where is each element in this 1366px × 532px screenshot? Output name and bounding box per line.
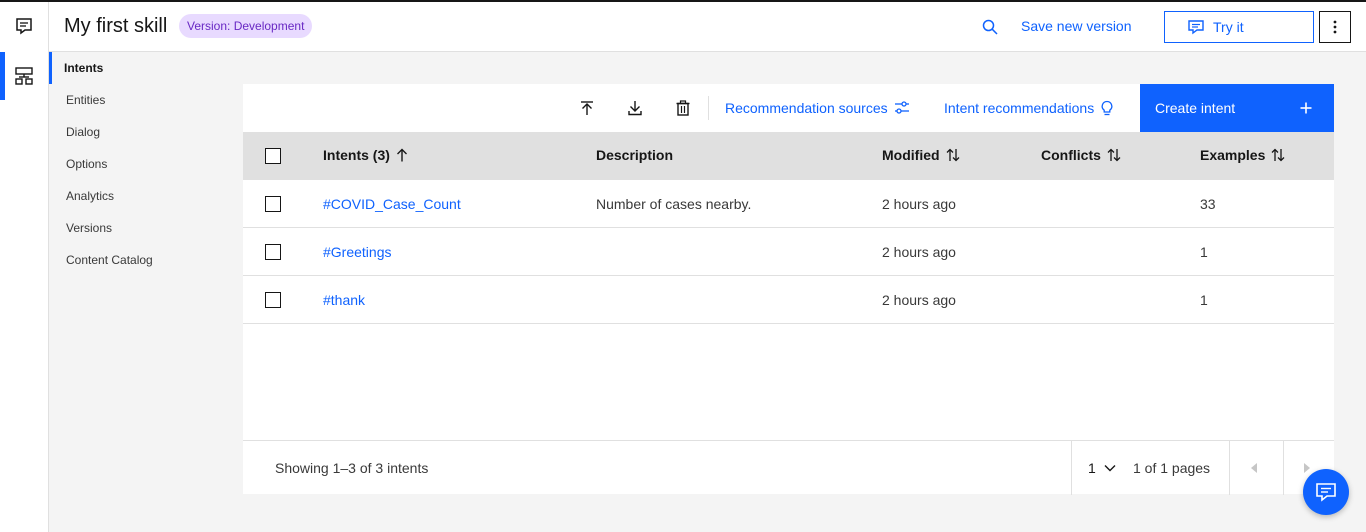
chat-icon [1316,483,1336,502]
delete-button[interactable] [671,96,695,120]
page-select[interactable]: 1 [1088,460,1116,476]
intent-examples-count: 1 [1200,292,1208,308]
sort-icon [1107,148,1121,162]
intent-name-link[interactable]: #Greetings [323,244,391,260]
pagination-summary: Showing 1–3 of 3 intents [275,460,429,476]
pagination-divider [1071,441,1072,495]
sidenav-item-intents[interactable]: Intents [49,52,209,84]
lightbulb-icon [1101,100,1113,116]
sidenav-item-content-catalog[interactable]: Content Catalog [49,244,209,276]
settings-adjust-icon [894,101,909,114]
chat-launcher-button[interactable] [1303,469,1349,515]
column-header-intents-label: Intents (3) [323,147,390,163]
try-it-label: Try it [1213,19,1244,35]
skill-sidenav: Intents Entities Dialog Options Analytic… [49,52,209,276]
intent-examples-count: 1 [1200,244,1208,260]
intent-name-link[interactable]: #thank [323,292,365,308]
header-bar: My first skill Version: Development Save… [49,2,1366,52]
table-row: #COVID_Case_Count Number of cases nearby… [243,180,1334,228]
version-tag: Version: Development [179,14,313,38]
upload-icon [581,101,593,115]
intent-modified: 2 hours ago [882,196,956,212]
chat-icon [16,18,32,35]
skills-nav-button[interactable] [0,52,48,100]
caret-right-icon [1304,463,1310,473]
create-intent-button[interactable]: Create intent [1140,84,1334,132]
table-row: #Greetings 2 hours ago 1 [243,228,1334,276]
sidenav-item-versions[interactable]: Versions [49,212,209,244]
sort-icon [1271,148,1285,162]
arrow-up-icon [396,148,407,162]
sidenav-item-dialog[interactable]: Dialog [49,116,209,148]
recommendation-sources-button[interactable]: Recommendation sources [725,100,910,116]
sidenav-item-analytics[interactable]: Analytics [49,180,209,212]
table-header: Intents (3) Description Modified Conflic… [243,132,1334,180]
select-all-checkbox[interactable] [265,148,281,164]
row-checkbox[interactable] [265,244,281,260]
intent-modified: 2 hours ago [882,244,956,260]
sort-icon [946,148,960,162]
search-button[interactable] [978,15,1002,39]
intents-panel: Recommendation sources Intent recommenda… [243,84,1334,495]
chat-bubble-icon [1188,20,1204,35]
table-toolbar: Recommendation sources Intent recommenda… [243,84,1334,132]
icon-rail [0,2,49,532]
upload-button[interactable] [575,96,599,120]
intent-examples-count: 33 [1200,196,1216,212]
download-button[interactable] [623,96,647,120]
column-header-examples-label: Examples [1200,147,1266,163]
recommendation-sources-label: Recommendation sources [725,100,888,116]
search-icon [982,19,998,35]
intent-recommendations-button[interactable]: Intent recommendations [944,100,1114,116]
previous-page-button[interactable] [1242,456,1266,480]
column-header-description: Description [596,147,673,163]
intent-name-link[interactable]: #COVID_Case_Count [323,196,461,212]
column-header-conflicts-label: Conflicts [1041,147,1101,163]
page-count: 1 of 1 pages [1133,460,1211,476]
create-intent-label: Create intent [1155,100,1236,116]
sidenav-item-options[interactable]: Options [49,148,209,180]
page-select-value: 1 [1088,460,1096,476]
overflow-menu-button[interactable] [1319,11,1351,43]
caret-left-icon [1251,463,1257,473]
toolbar-divider [708,96,709,120]
pagination-bar: Showing 1–3 of 3 intents 1 1 of 1 pages [243,440,1334,495]
column-header-conflicts[interactable]: Conflicts [1041,147,1121,163]
page-title: My first skill [64,15,168,37]
intent-recommendations-label: Intent recommendations [944,100,1095,116]
skill-tree-icon [15,67,33,85]
download-icon [628,101,642,116]
column-header-modified[interactable]: Modified [882,147,960,163]
column-header-description-label: Description [596,147,674,163]
intent-modified: 2 hours ago [882,292,956,308]
pagination-divider [1229,441,1230,495]
plus-icon [1300,102,1312,114]
try-it-button[interactable]: Try it [1164,11,1314,43]
table-row: #thank 2 hours ago 1 [243,276,1334,324]
column-header-examples[interactable]: Examples [1200,147,1285,163]
trash-icon [676,100,690,116]
save-new-version-link[interactable]: Save new version [1021,18,1132,34]
pagination-divider [1283,441,1284,495]
column-header-modified-label: Modified [882,147,940,163]
chevron-down-icon [1104,465,1116,472]
sidenav-item-entities[interactable]: Entities [49,84,209,116]
overflow-menu-icon [1333,20,1337,34]
intent-description: Number of cases nearby. [596,196,752,212]
column-header-intents[interactable]: Intents (3) [323,147,408,163]
row-checkbox[interactable] [265,196,281,212]
row-checkbox[interactable] [265,292,281,308]
assistant-nav-button[interactable] [0,2,48,50]
